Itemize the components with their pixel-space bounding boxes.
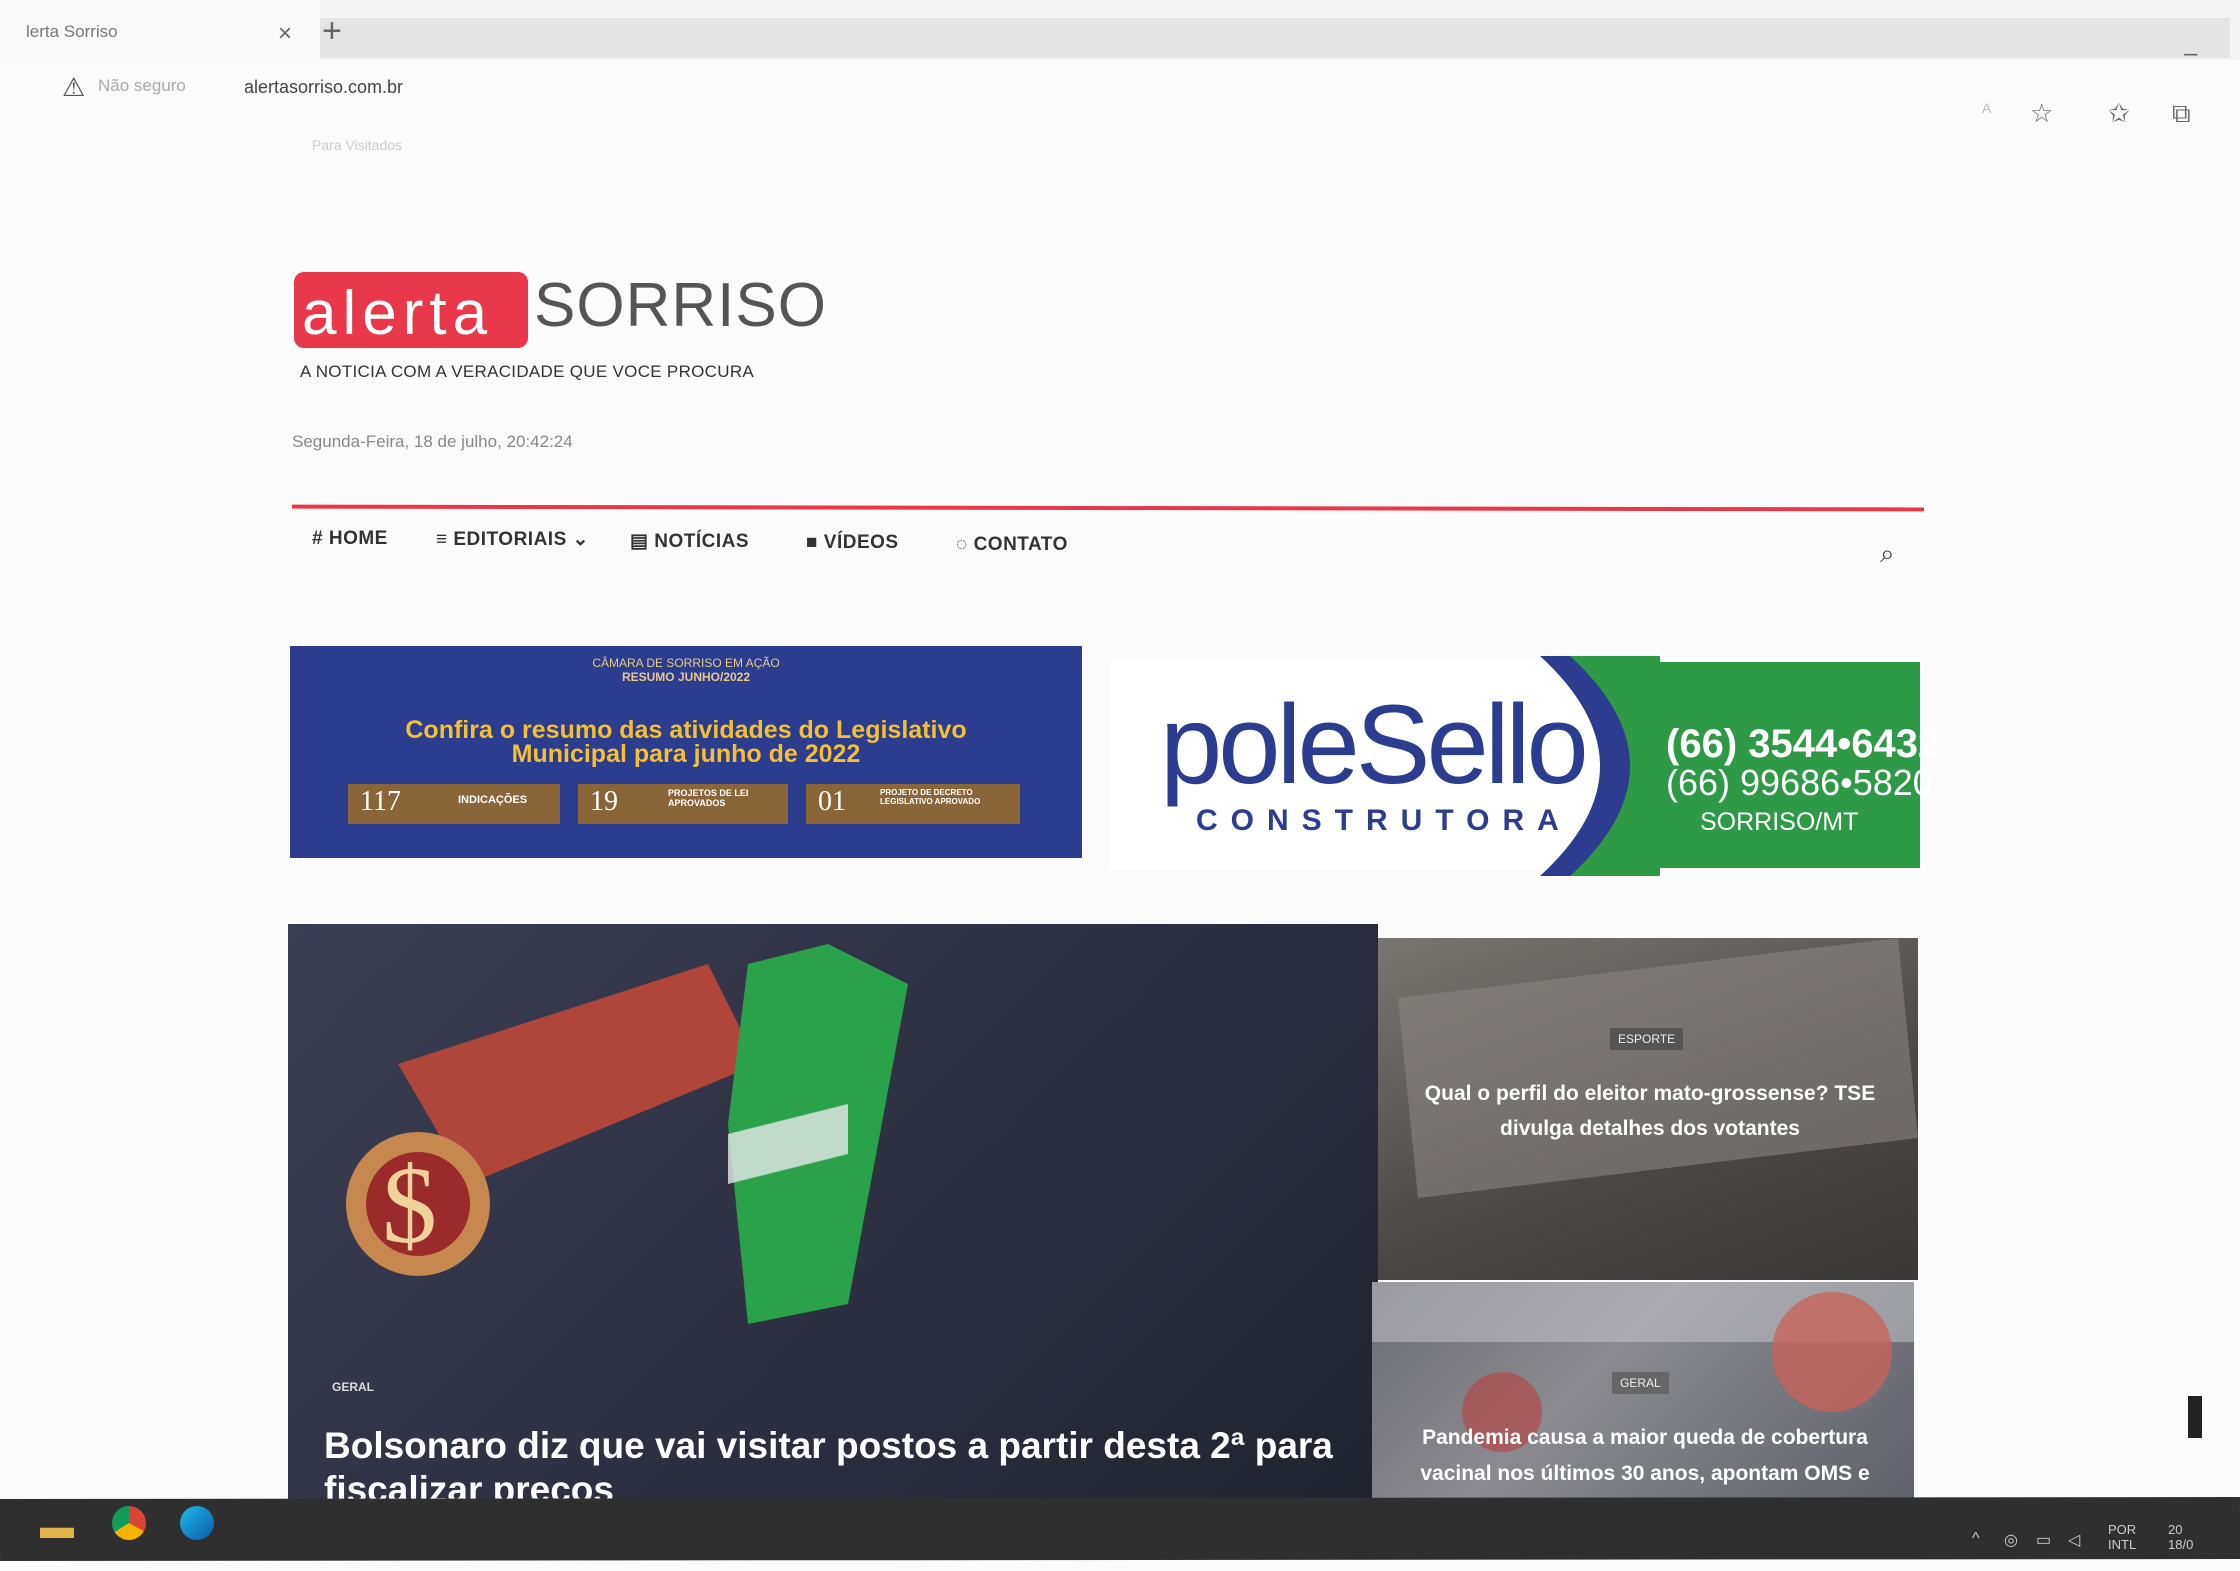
edge-icon[interactable] (180, 1506, 214, 1540)
current-date: Segunda-Feira, 18 de julho, 20:42:24 (292, 432, 573, 451)
nav-editoriais[interactable]: ≡ EDITORIAIS ⌄ (436, 528, 589, 551)
polesello-phone-2: (66) 99686•5820 (1666, 762, 1933, 803)
stat-number: 19 (590, 786, 618, 817)
card-category-badge[interactable]: ESPORTE (1610, 1028, 1684, 1050)
banner-headline: Confira o resumo das atividades do Legis… (405, 716, 967, 768)
favorites-bar-text[interactable]: Para Visitados (312, 137, 402, 153)
stat-label: PROJETO DE DECRETO LEGISLATIVO APROVADO (880, 788, 981, 806)
volume-icon[interactable]: ◁ (2068, 1530, 2080, 1550)
language-indicator[interactable]: POR INTL (2108, 1522, 2136, 1552)
chat-icon: ◌ (956, 534, 968, 555)
chrome-icon[interactable] (112, 1506, 146, 1540)
taskbar (0, 1497, 2240, 1561)
logo-alerta[interactable]: alerta (302, 278, 493, 349)
nav-noticias[interactable]: ▤ NOTÍCIAS (630, 530, 749, 553)
logo-sorriso[interactable]: SORRISO (534, 270, 827, 341)
tab-title[interactable]: lerta Sorriso (26, 22, 118, 42)
newspaper-icon: ▤ (630, 531, 649, 552)
menu-icon: ≡ (436, 529, 448, 550)
battery-icon[interactable]: ▭ (2036, 1530, 2051, 1550)
nav-contato-label: CONTATO (973, 534, 1068, 555)
video-icon: ■ (806, 532, 818, 553)
search-icon[interactable]: ⌕ (1880, 538, 1895, 570)
clock-date: 18/0 (2168, 1537, 2194, 1552)
not-secure-label[interactable]: Não seguro (98, 76, 186, 96)
lang-layout: INTL (2108, 1537, 2137, 1552)
stat-label: PROJETOS DE LEI APROVADOS (668, 788, 749, 808)
banner-top-line: CÂMARA DE SORRISO EM AÇÃO RESUMO JUNHO/20… (592, 656, 780, 684)
polesello-phone-1: (66) 3544•6432 (1666, 722, 1941, 766)
nav-editoriais-label: EDITORIAIS ⌄ (453, 529, 589, 550)
new-tab-icon[interactable]: + (322, 14, 342, 48)
tab-close-icon[interactable]: × (278, 20, 292, 48)
home-icon: # (312, 528, 324, 549)
lang-code: POR (2108, 1522, 2137, 1537)
tray-chevron-icon[interactable]: ^ (1972, 1530, 1980, 1548)
card-title[interactable]: Pandemia causa a maior queda de cobertur… (1410, 1420, 1880, 1496)
address-bar (0, 62, 2240, 142)
url-field[interactable]: alertasorriso.com.br (244, 77, 403, 98)
nav-videos[interactable]: ■ VÍDEOS (806, 532, 899, 554)
card-category-badge[interactable]: GERAL (1612, 1372, 1669, 1394)
clock[interactable]: 20 18/0 (2168, 1522, 2193, 1552)
nav-noticias-label: NOTÍCIAS (654, 531, 750, 552)
nav-videos-label: VÍDEOS (823, 532, 899, 553)
favorites-icon[interactable]: ✩ (2108, 98, 2130, 129)
header-divider (291, 504, 1925, 512)
hero-image: $ (346, 944, 908, 1324)
warning-icon[interactable]: ⚠ (62, 72, 85, 103)
stat-number: 117 (360, 786, 401, 817)
polesello-sub: CONSTRUTORA (1196, 804, 1572, 837)
card-title[interactable]: Qual o perfil do eleitor mato-grossense?… (1420, 1076, 1880, 1146)
tab-strip (310, 18, 2230, 58)
nav-home-label: HOME (328, 528, 388, 549)
network-icon[interactable]: ◎ (2004, 1530, 2018, 1550)
scrollbar-thumb[interactable] (2188, 1396, 2202, 1438)
stat-label: INDICAÇÕES (458, 794, 528, 806)
stat-number: 01 (818, 786, 846, 817)
polesello-logo: poleSello (1160, 682, 1589, 807)
favorite-add-icon[interactable]: ☆ (2030, 98, 2053, 129)
read-aloud-icon[interactable]: A (1982, 100, 1991, 116)
polesello-city: SORRISO/MT (1700, 808, 1859, 836)
hero-article[interactable]: $ (288, 924, 1378, 1510)
nav-contato[interactable]: ◌ CONTATO (956, 534, 1068, 556)
site-tagline: A NOTICIA COM A VERACIDADE QUE VOCE PROC… (300, 362, 755, 381)
hero-category-badge[interactable]: GERAL (332, 1380, 374, 1394)
nav-home[interactable]: # HOME (312, 528, 388, 550)
collections-icon[interactable]: ⧉ (2172, 98, 2191, 130)
file-explorer-icon[interactable]: ▬ (40, 1508, 74, 1547)
clock-time: 20 (2168, 1522, 2183, 1537)
svg-text:$: $ (382, 1144, 437, 1266)
